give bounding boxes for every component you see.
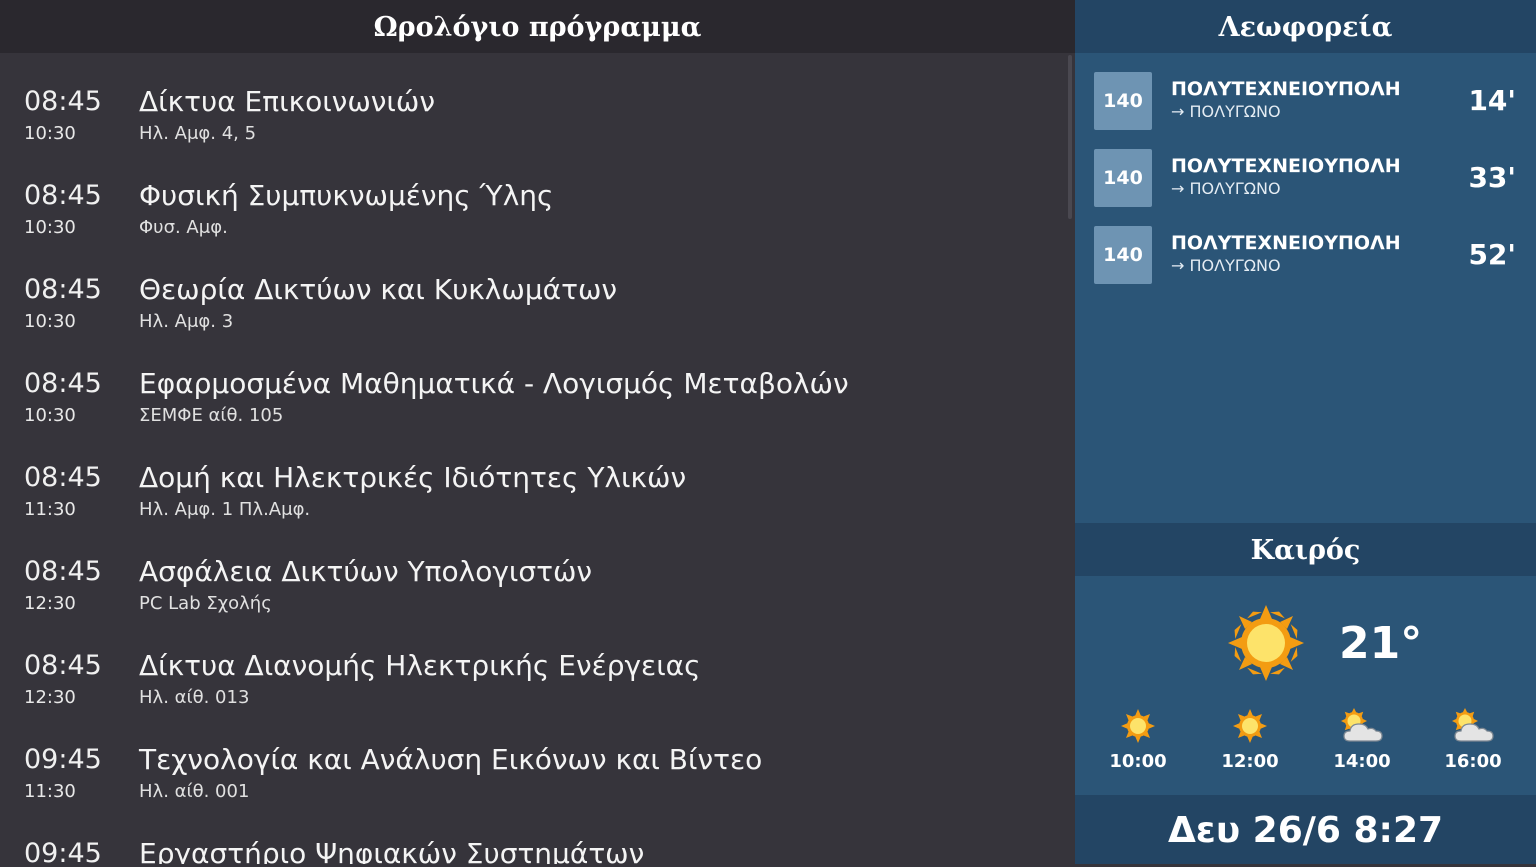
sun-icon <box>1228 605 1304 681</box>
course-start-time: 08:45 <box>24 556 102 587</box>
course-item: 08:45 10:30 Δίκτυα Επικοινωνιών Ηλ. Αμφ.… <box>0 53 1075 147</box>
bus-destination: ΠΟΛΥΤΕΧΝΕΙΟΥΠΟΛΗ <box>1171 78 1401 100</box>
forecast-item: 10:00 <box>1093 707 1183 773</box>
bus-eta: 33' <box>1468 161 1516 194</box>
course-room: Ηλ. αίθ. 001 <box>139 781 250 802</box>
bus-arrival-row: 140 ΠΟΛΥΤΕΧΝΕΙΟΥΠΟΛΗ → ΠΟΛΥΓΩΝΟ 14' <box>1075 72 1536 130</box>
course-item: 09:45 11:30 Τεχνολογία και Ανάλυση Εικόν… <box>0 711 1075 805</box>
course-room: Ηλ. Αμφ. 1 Πλ.Αμφ. <box>139 499 311 520</box>
course-end-time: 12:30 <box>24 593 76 614</box>
course-end-time: 10:30 <box>24 123 76 144</box>
course-room: Φυσ. Αμφ. <box>139 217 228 238</box>
course-title: Φυσική Συμπυκνωμένης Ύλης <box>139 179 554 212</box>
schedule-title: Ωρολόγιο πρόγραμμα <box>0 0 1075 53</box>
course-end-time: 11:30 <box>24 781 76 802</box>
bus-direction: → ΠΟΛΥΓΩΝΟ <box>1171 179 1281 198</box>
partly-cloudy-icon <box>1341 708 1383 742</box>
course-start-time: 08:45 <box>24 86 102 117</box>
forecast-time: 16:00 <box>1444 751 1502 772</box>
course-title: Δίκτυα Διανομής Ηλεκτρικής Ενέργειας <box>139 649 701 682</box>
course-room: PC Lab Σχολής <box>139 593 272 614</box>
buses-panel: Λεωφορεία 140 ΠΟΛΥΤΕΧΝΕΙΟΥΠΟΛΗ → ΠΟΛΥΓΩΝ… <box>1075 0 1536 523</box>
weather-panel: Καιρός 21° 10:00 12:00 14:00 16:00 <box>1075 523 1536 795</box>
course-start-time: 08:45 <box>24 650 102 681</box>
schedule-panel: Ωρολόγιο πρόγραμμα 08:45 10:30 Δίκτυα Επ… <box>0 0 1075 864</box>
course-title: Εργαστήριο Ψηφιακών Συστημάτων <box>139 837 645 864</box>
date-time-clock: Δευ 26/6 8:27 <box>1075 795 1536 864</box>
forecast-time: 12:00 <box>1221 751 1279 772</box>
bus-line-badge: 140 <box>1094 226 1152 284</box>
course-room: Ηλ. αίθ. 013 <box>139 687 250 708</box>
course-end-time: 10:30 <box>24 217 76 238</box>
sun-icon <box>1121 709 1155 743</box>
course-title: Ασφάλεια Δικτύων Υπολογιστών <box>139 555 593 588</box>
bus-destination: ΠΟΛΥΤΕΧΝΕΙΟΥΠΟΛΗ <box>1171 232 1401 254</box>
forecast-item: 12:00 <box>1205 707 1295 773</box>
course-title: Δίκτυα Επικοινωνιών <box>139 85 435 118</box>
bus-direction: → ΠΟΛΥΓΩΝΟ <box>1171 256 1281 275</box>
course-item: 08:45 11:30 Δομή και Ηλεκτρικές Ιδιότητε… <box>0 429 1075 523</box>
course-end-time: 11:30 <box>24 499 76 520</box>
bus-arrival-row: 140 ΠΟΛΥΤΕΧΝΕΙΟΥΠΟΛΗ → ΠΟΛΥΓΩΝΟ 33' <box>1075 149 1536 207</box>
course-title: Τεχνολογία και Ανάλυση Εικόνων και Βίντε… <box>139 743 763 776</box>
course-title: Δομή και Ηλεκτρικές Ιδιότητες Υλικών <box>139 461 687 494</box>
buses-title: Λεωφορεία <box>1075 0 1536 53</box>
course-start-time: 09:45 <box>24 838 102 864</box>
bus-line-badge: 140 <box>1094 72 1152 130</box>
bus-destination: ΠΟΛΥΤΕΧΝΕΙΟΥΠΟΛΗ <box>1171 155 1401 177</box>
course-list: 08:45 10:30 Δίκτυα Επικοινωνιών Ηλ. Αμφ.… <box>0 53 1075 864</box>
course-end-time: 10:30 <box>24 311 76 332</box>
forecast-time: 10:00 <box>1109 751 1167 772</box>
bus-line-badge: 140 <box>1094 149 1152 207</box>
current-temperature: 21° <box>1339 618 1423 669</box>
bus-eta: 52' <box>1468 238 1516 271</box>
bus-arrival-row: 140 ΠΟΛΥΤΕΧΝΕΙΟΥΠΟΛΗ → ΠΟΛΥΓΩΝΟ 52' <box>1075 226 1536 284</box>
course-item: 08:45 10:30 Θεωρία Δικτύων και Κυκλωμάτω… <box>0 241 1075 335</box>
course-start-time: 08:45 <box>24 180 102 211</box>
course-start-time: 08:45 <box>24 462 102 493</box>
bus-eta: 14' <box>1468 84 1516 117</box>
course-item: 08:45 12:30 Δίκτυα Διανομής Ηλεκτρικής Ε… <box>0 617 1075 711</box>
course-end-time: 10:30 <box>24 405 76 426</box>
course-start-time: 08:45 <box>24 274 102 305</box>
course-start-time: 09:45 <box>24 744 102 775</box>
course-item: 08:45 12:30 Ασφάλεια Δικτύων Υπολογιστών… <box>0 523 1075 617</box>
partly-cloudy-icon <box>1452 708 1494 742</box>
course-room: Ηλ. Αμφ. 3 <box>139 311 234 332</box>
course-room: ΣΕΜΦΕ αίθ. 105 <box>139 405 284 426</box>
course-end-time: 12:30 <box>24 687 76 708</box>
course-title: Θεωρία Δικτύων και Κυκλωμάτων <box>139 273 618 306</box>
forecast-item: 16:00 <box>1428 707 1518 773</box>
course-item: 09:45 Εργαστήριο Ψηφιακών Συστημάτων <box>0 805 1075 864</box>
course-title: Εφαρμοσμένα Μαθηματικά - Λογισμός Μεταβο… <box>139 367 849 400</box>
weather-title: Καιρός <box>1075 523 1536 576</box>
bus-direction: → ΠΟΛΥΓΩΝΟ <box>1171 102 1281 121</box>
forecast-item: 14:00 <box>1317 707 1407 773</box>
course-start-time: 08:45 <box>24 368 102 399</box>
course-room: Ηλ. Αμφ. 4, 5 <box>139 123 257 144</box>
course-item: 08:45 10:30 Εφαρμοσμένα Μαθηματικά - Λογ… <box>0 335 1075 429</box>
course-item: 08:45 10:30 Φυσική Συμπυκνωμένης Ύλης Φυ… <box>0 147 1075 241</box>
forecast-time: 14:00 <box>1333 751 1391 772</box>
sun-icon <box>1233 709 1267 743</box>
